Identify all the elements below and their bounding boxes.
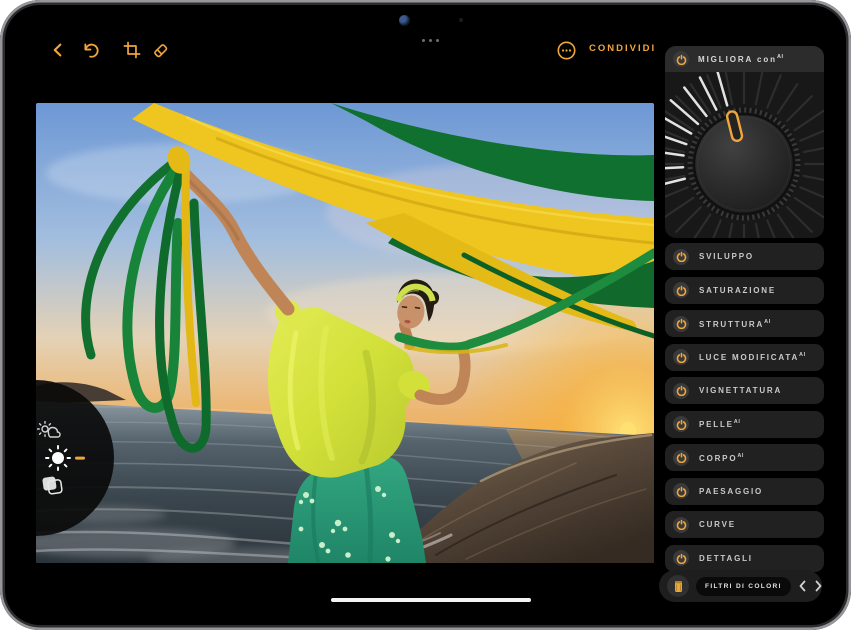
adjustment-row[interactable]: SVILUPPO: [665, 243, 824, 270]
back-button[interactable]: [46, 38, 70, 62]
prev-filter-button[interactable]: [798, 576, 807, 596]
home-indicator[interactable]: [331, 598, 531, 602]
adjustment-row[interactable]: VIGNETTATURA: [665, 377, 824, 404]
filters-bar: FILTRI DI COLORI: [659, 570, 822, 602]
adjustment-label: DETTAGLI: [699, 554, 753, 563]
power-icon[interactable]: [673, 51, 689, 67]
power-icon[interactable]: [673, 550, 689, 566]
adjustments-list: SVILUPPO SATURAZIONE: [665, 243, 824, 572]
color-filters-label: FILTRI DI COLORI: [705, 583, 782, 590]
dial-knob[interactable]: [688, 108, 801, 221]
chevron-left-icon: [798, 580, 807, 592]
adjustment-label: STRUTTURAAI: [699, 319, 771, 329]
adjustment-row[interactable]: LUCE MODIFICATAAI: [665, 344, 824, 371]
adjustment-label: SVILUPPO: [699, 252, 754, 261]
adjustment-row[interactable]: STRUTTURAAI: [665, 310, 824, 337]
enhance-header[interactable]: MIGLIORA conAI: [665, 46, 824, 72]
photo-illustration: [36, 103, 654, 563]
undo-button[interactable]: [78, 38, 102, 62]
eraser-icon: [151, 41, 170, 60]
screen: CONDIVIDI: [6, 6, 845, 624]
multitasking-indicator[interactable]: [422, 39, 439, 42]
power-icon[interactable]: [673, 249, 689, 265]
enhance-panel: MIGLIORA conAI: [665, 46, 824, 238]
power-icon[interactable]: [673, 483, 689, 499]
enhance-title: MIGLIORA conAI: [698, 54, 784, 64]
share-button[interactable]: CONDIVIDI: [589, 43, 656, 54]
adjustment-label: CURVE: [699, 520, 736, 529]
front-camera: [399, 15, 410, 26]
crop-button[interactable]: [120, 38, 144, 62]
adjustment-label: PELLEAI: [699, 419, 740, 429]
photo-canvas[interactable]: [36, 103, 654, 563]
crop-icon: [123, 41, 141, 59]
film-roll-icon: [672, 579, 685, 594]
adjustment-row[interactable]: PAESAGGIO: [665, 478, 824, 505]
more-options-icon: [556, 40, 577, 61]
undo-icon: [81, 41, 100, 60]
ipad-device-frame: CONDIVIDI: [0, 0, 851, 630]
power-icon[interactable]: [673, 517, 689, 533]
adjustment-label: PAESAGGIO: [699, 487, 763, 496]
adjustment-row[interactable]: CORPOAI: [665, 444, 824, 471]
film-roll-button[interactable]: [667, 575, 689, 597]
wheel-selection-indicator: [75, 457, 85, 460]
color-filters-button[interactable]: FILTRI DI COLORI: [696, 577, 791, 596]
adjustment-row[interactable]: DETTAGLI: [665, 545, 824, 572]
adjustment-row[interactable]: SATURAZIONE: [665, 277, 824, 304]
next-filter-button[interactable]: [814, 576, 823, 596]
sensor-dot: [459, 18, 463, 22]
adjustment-label: SATURAZIONE: [699, 286, 776, 295]
power-icon[interactable]: [673, 349, 689, 365]
adjustment-row[interactable]: PELLEAI: [665, 411, 824, 438]
adjust-wheel[interactable]: [36, 378, 128, 538]
power-icon[interactable]: [673, 316, 689, 332]
chevron-right-icon: [814, 580, 823, 592]
adjustment-label: CORPOAI: [699, 453, 744, 463]
more-options-button[interactable]: [554, 38, 578, 62]
power-icon[interactable]: [673, 282, 689, 298]
enhance-dial-zone[interactable]: [665, 72, 824, 238]
adjustment-label: LUCE MODIFICATAAI: [699, 352, 806, 362]
adjustment-label: VIGNETTATURA: [699, 386, 782, 395]
ipad-photo: CONDIVIDI: [0, 0, 851, 630]
back-chevron-icon: [49, 41, 67, 59]
eraser-button[interactable]: [148, 38, 172, 62]
power-icon[interactable]: [673, 450, 689, 466]
adjustment-row[interactable]: CURVE: [665, 511, 824, 538]
power-icon[interactable]: [673, 416, 689, 432]
power-icon[interactable]: [673, 383, 689, 399]
